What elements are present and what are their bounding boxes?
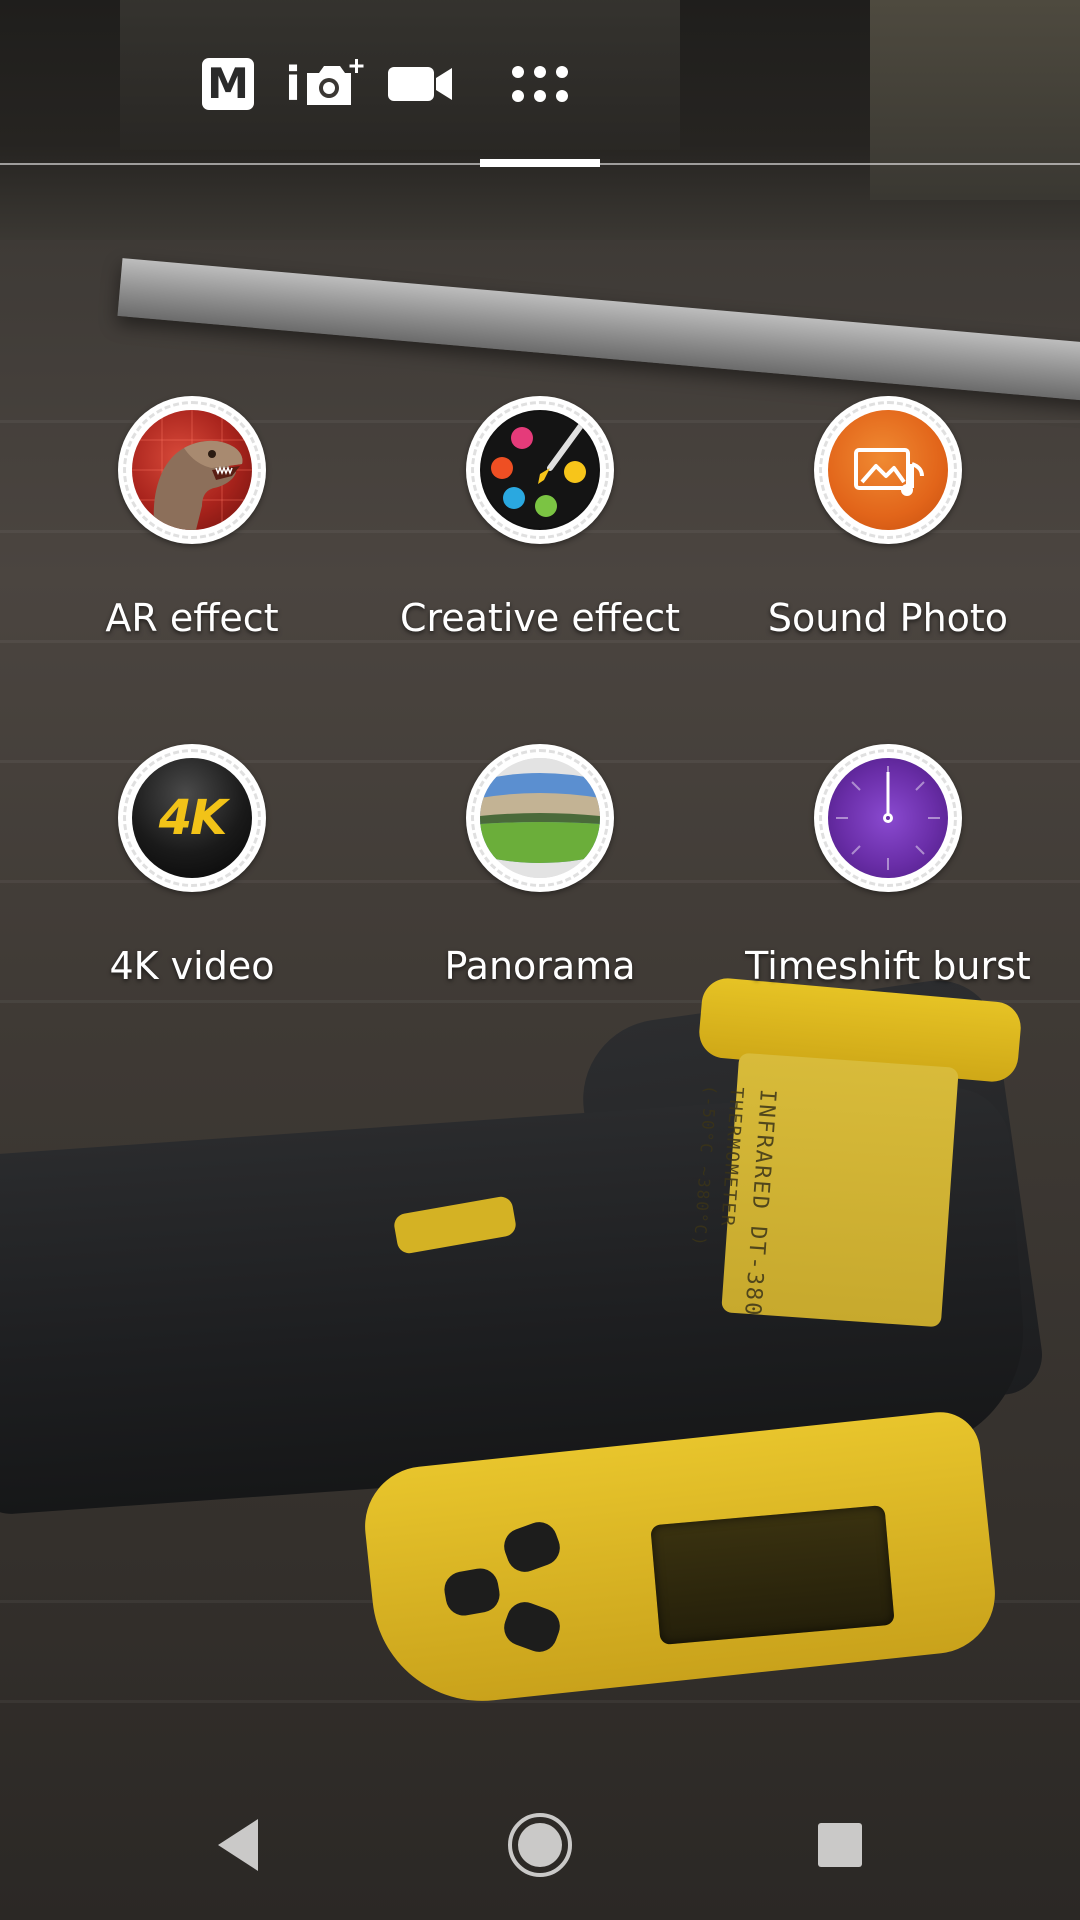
superior-auto-button[interactable]: i [278, 48, 374, 120]
viewfinder-metal-bar [117, 258, 1080, 404]
mode-selector-bar: M i [0, 0, 1080, 167]
thermometer-screen [650, 1504, 895, 1646]
camera-app-label: Panorama [444, 944, 636, 988]
image-music-note-icon [854, 448, 924, 496]
sound-photo-icon [814, 396, 962, 544]
camera-viewfinder: INFRARED DT-380 THERMOMETER (-50°C ~380°… [0, 0, 1080, 1920]
home-icon [508, 1813, 572, 1877]
manual-mode-label: M [207, 59, 249, 108]
camera-app-label: 4K video [109, 944, 275, 988]
4k-badge-text: 4K [158, 790, 228, 846]
ar-effect-dinosaur-icon [118, 396, 266, 544]
camera-apps-button[interactable] [500, 48, 580, 120]
camera-plus-icon [306, 59, 364, 105]
camera-app-label: Creative effect [399, 596, 681, 640]
camera-app-creative-effect[interactable]: Creative effect [390, 396, 690, 696]
camera-app-panorama[interactable]: Panorama [390, 744, 690, 1044]
clock-burst-icon [836, 766, 940, 870]
active-mode-indicator [480, 159, 600, 167]
palette-icon [482, 412, 598, 528]
camera-app-4k-video[interactable]: 4K 4K video [42, 744, 342, 1044]
thermometer-label-text: INFRARED DT-380 THERMOMETER (-50°C ~380°… [690, 1084, 780, 1318]
video-icon [388, 67, 452, 101]
camera-app-ar-effect[interactable]: AR effect [42, 396, 342, 696]
camera-app-sound-photo[interactable]: Sound Photo [738, 396, 1038, 696]
timeshift-burst-icon [814, 744, 962, 892]
back-button[interactable] [190, 1800, 290, 1890]
recents-icon [818, 1823, 862, 1867]
back-icon [218, 1819, 258, 1871]
dinosaur-head-icon [132, 410, 252, 530]
superior-auto-icon: i [285, 57, 367, 111]
camera-app-label: AR effect [105, 596, 279, 640]
manual-mode-button[interactable]: M [196, 48, 260, 120]
panorama-icon [466, 744, 614, 892]
camera-app-label: Timeshift burst [745, 944, 1031, 988]
4k-video-icon: 4K [118, 744, 266, 892]
manual-mode-icon: M [202, 58, 254, 110]
camera-app-timeshift-burst[interactable]: Timeshift burst [738, 744, 1038, 1044]
home-button[interactable] [490, 1800, 590, 1890]
thermometer-label-line2: THERMOMETER [716, 1086, 748, 1229]
recents-button[interactable] [790, 1800, 890, 1890]
superior-auto-label: i [285, 57, 301, 111]
camera-app-label: Sound Photo [767, 596, 1009, 640]
panorama-landscape-icon [480, 758, 600, 878]
system-nav-bar [0, 1770, 1080, 1920]
video-mode-button[interactable] [386, 48, 456, 120]
creative-effect-palette-icon [466, 396, 614, 544]
camera-apps-icon [512, 66, 568, 102]
